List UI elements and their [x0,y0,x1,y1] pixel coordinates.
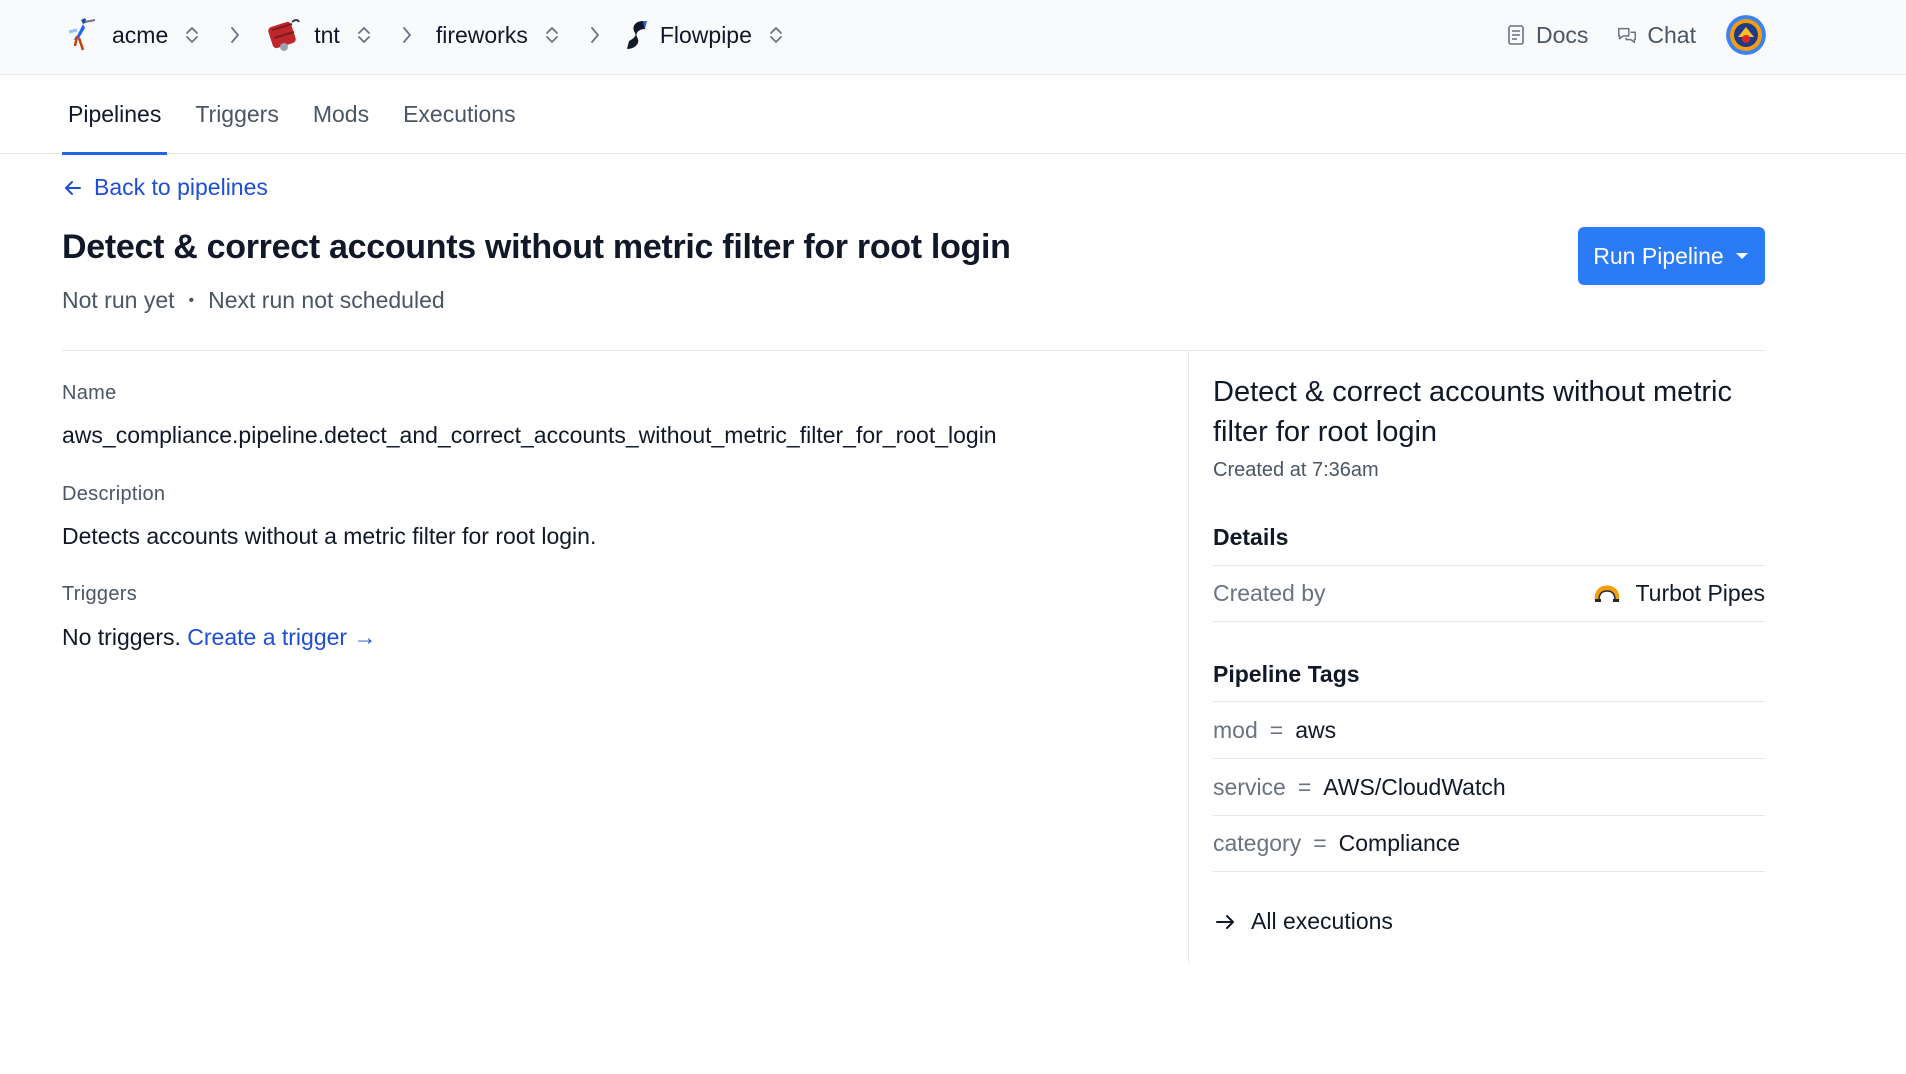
chevron-up-down-icon[interactable] [354,24,374,46]
run-status: Not run yet • Next run not scheduled [62,287,445,314]
created-by-value: Turbot Pipes [1593,580,1765,607]
created-at: Created at 7:36am [1213,459,1379,481]
run-pipeline-label: Run Pipeline [1593,242,1724,269]
chevron-up-down-icon[interactable] [766,24,786,46]
chevron-up-down-icon[interactable] [542,24,562,46]
divider [62,350,1765,351]
top-bar: acme tnt fireworks Flowpipe Docs Chat [0,0,1906,75]
pipeline-tags-heading: Pipeline Tags [1213,661,1360,687]
page-title: Detect & correct accounts without metric… [62,228,1011,266]
flowpipe-logo-icon [624,16,650,54]
breadcrumb-label: acme [112,21,169,48]
turbot-pipes-icon [1593,582,1623,606]
back-link-label: Back to pipelines [94,174,268,200]
no-triggers-text: No triggers. [62,624,181,650]
book-icon [1505,24,1527,46]
roadrunner-icon [62,16,100,54]
created-by-label: Created by [1213,580,1326,606]
back-to-pipelines-link[interactable]: Back to pipelines [62,174,268,201]
chevron-right-icon [224,24,246,46]
created-by-row: Created by Turbot Pipes [1213,565,1765,622]
run-pipeline-button[interactable]: Run Pipeline [1578,227,1765,285]
tag-row: category = Compliance [1213,815,1765,872]
chevron-right-icon [584,24,606,46]
docs-label: Docs [1536,21,1589,48]
equals-sign: = [1313,830,1327,856]
all-executions-label: All executions [1251,908,1393,934]
breadcrumb-label: tnt [314,21,340,48]
triggers-value: No triggers. Create a trigger → [62,624,376,651]
caret-down-icon[interactable] [1734,251,1750,261]
breadcrumb-label: fireworks [435,21,528,48]
tag-row: service = AWS/CloudWatch [1213,758,1765,815]
user-avatar[interactable] [1726,15,1766,55]
tag-key: service [1213,773,1286,800]
breadcrumb-workspace-tnt[interactable]: tnt [264,14,374,56]
tag-value: AWS/CloudWatch [1323,773,1506,800]
name-label: Name [62,382,117,404]
breadcrumb: acme tnt fireworks Flowpipe [62,14,786,56]
tab-triggers[interactable]: Triggers [189,75,285,154]
breadcrumb-project-fireworks[interactable]: fireworks [436,14,562,56]
triggers-label: Triggers [62,583,138,605]
chat-link[interactable]: Chat [1616,22,1696,49]
equals-sign: = [1297,773,1312,800]
created-by-name: Turbot Pipes [1635,580,1765,606]
chat-bubbles-icon [1616,24,1638,46]
tag-key: mod [1213,716,1258,743]
breadcrumb-label: Flowpipe [659,21,752,48]
tab-pipelines[interactable]: Pipelines [62,75,168,155]
separator-dot: • [188,291,195,309]
tag-value: Compliance [1338,830,1461,856]
tag-key: category [1213,830,1302,856]
arrow-right-icon [1213,910,1237,934]
all-executions-link[interactable]: All executions [1213,908,1393,935]
equals-sign: = [1269,716,1284,743]
create-trigger-link[interactable]: Create a trigger → [187,624,376,650]
breadcrumb-product-flowpipe[interactable]: Flowpipe [624,14,786,56]
pipeline-name: aws_compliance.pipeline.detect_and_corre… [62,422,997,448]
tab-mods[interactable]: Mods [307,75,375,154]
tab-executions[interactable]: Executions [397,75,522,154]
breadcrumb-org-acme[interactable]: acme [62,14,202,56]
chat-label: Chat [1647,21,1696,48]
tag-value: aws [1295,716,1337,743]
dynamite-icon [264,16,302,54]
chevron-right-icon [396,24,418,46]
chevron-up-down-icon[interactable] [182,24,202,46]
tab-bar: Pipelines Triggers Mods Executions [0,75,1906,155]
tag-row: mod = aws [1213,701,1765,758]
column-divider [1188,351,1189,963]
panel-title: Detect & correct accounts without metric… [1213,376,1732,448]
pipeline-description: Detects accounts without a metric filter… [62,523,597,549]
last-run-status: Not run yet [62,287,175,313]
arrow-left-icon [62,177,84,199]
description-label: Description [62,483,166,505]
details-heading: Details [1213,524,1289,550]
next-run-status: Next run not scheduled [208,287,445,313]
docs-link[interactable]: Docs [1505,22,1588,49]
